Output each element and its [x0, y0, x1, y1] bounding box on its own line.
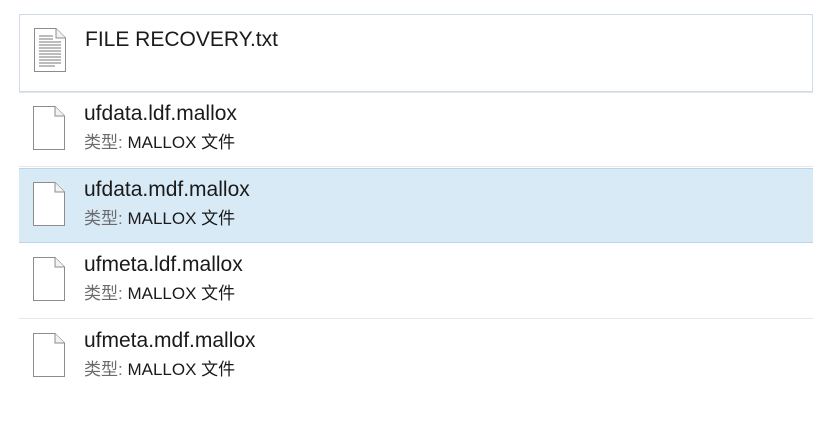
file-type-value: MALLOX 文件 [127, 284, 236, 303]
blank-file-icon [33, 333, 65, 377]
file-name: ufdata.mdf.mallox [84, 178, 250, 201]
file-type-value: MALLOX 文件 [127, 209, 236, 228]
file-type-label: 类型: [84, 284, 123, 303]
file-item-ufdata-mdf-mallox[interactable]: ufdata.mdf.mallox 类型: MALLOX 文件 [19, 168, 813, 243]
file-type: 类型: MALLOX 文件 [84, 133, 235, 153]
file-type-label: 类型: [84, 133, 123, 152]
file-item-file-recovery-txt[interactable]: FILE RECOVERY.txt [19, 14, 813, 92]
file-type: 类型: MALLOX 文件 [84, 284, 235, 304]
file-name: ufdata.ldf.mallox [84, 102, 237, 125]
file-item-ufmeta-ldf-mallox[interactable]: ufmeta.ldf.mallox 类型: MALLOX 文件 [19, 244, 813, 319]
file-name: ufmeta.ldf.mallox [84, 253, 243, 276]
blank-file-icon [33, 106, 65, 150]
file-list: FILE RECOVERY.txt ufdata.ldf.mallox 类型: … [0, 0, 813, 441]
file-type-value: MALLOX 文件 [127, 133, 236, 152]
file-name: FILE RECOVERY.txt [85, 28, 278, 51]
text-document-icon [34, 28, 66, 72]
blank-file-icon [33, 257, 65, 301]
file-name: ufmeta.mdf.mallox [84, 329, 256, 352]
blank-file-icon [33, 182, 65, 226]
file-type: 类型: MALLOX 文件 [84, 209, 235, 229]
file-type-value: MALLOX 文件 [127, 360, 236, 379]
file-item-ufmeta-mdf-mallox[interactable]: ufmeta.mdf.mallox 类型: MALLOX 文件 [19, 320, 813, 395]
file-type: 类型: MALLOX 文件 [84, 360, 235, 380]
file-type-label: 类型: [84, 360, 123, 379]
file-type-label: 类型: [84, 209, 123, 228]
file-item-ufdata-ldf-mallox[interactable]: ufdata.ldf.mallox 类型: MALLOX 文件 [19, 92, 813, 167]
